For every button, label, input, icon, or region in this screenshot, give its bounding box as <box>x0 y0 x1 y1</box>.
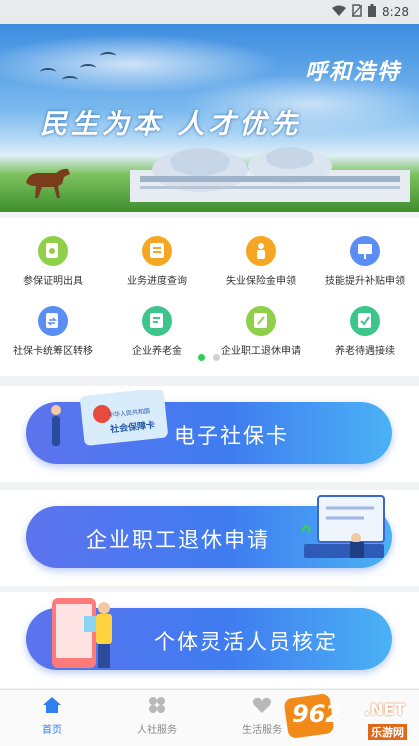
service-item[interactable]: 参保证明出具 <box>1 236 105 296</box>
retire-edit-icon <box>246 306 276 336</box>
watermark-brand: 962 <box>292 700 343 728</box>
home-icon <box>43 697 61 713</box>
service-item[interactable]: 业务进度查询 <box>105 236 209 296</box>
service-label: 技能提升补贴申领 <box>325 276 405 287</box>
status-bar: 8:28 <box>0 0 419 24</box>
heart-icon <box>252 697 272 713</box>
battery-icon <box>368 4 377 20</box>
computer-illustration <box>300 495 385 558</box>
horse-illustration <box>26 168 70 198</box>
transfer-doc-icon <box>38 306 68 336</box>
nav-label: 人社服务 <box>137 725 177 736</box>
carousel-dot-active[interactable] <box>198 354 205 361</box>
card-label: 个体灵活人员核定 <box>154 630 338 654</box>
service-item[interactable]: 社保卡统筹区转移 <box>1 306 105 366</box>
services-grid: 参保证明出具 业务进度查询 失业保险金申领 技能提升补贴申领 社保卡统筹区转移 … <box>0 218 419 376</box>
no-sim-icon <box>351 4 363 20</box>
watermark-suffix: .NET <box>364 700 406 719</box>
unemployment-icon <box>246 236 276 266</box>
service-item[interactable]: 企业养老金 <box>105 306 209 366</box>
bird-icon <box>100 52 116 60</box>
card-label: 电子社保卡 <box>174 424 289 448</box>
presentation-icon <box>350 236 380 266</box>
pension-doc-icon <box>142 306 172 336</box>
service-item[interactable]: 失业保险金申领 <box>209 236 313 296</box>
service-label: 企业职工退休申请 <box>221 346 301 357</box>
wifi-icon <box>332 5 347 20</box>
progress-form-icon <box>142 236 172 266</box>
card-panel: 个体灵活人员核定 <box>0 592 419 688</box>
service-label: 企业养老金 <box>132 346 182 357</box>
card-panel: 中华人民共和国 社会保障卡 电子社保卡 <box>0 386 419 482</box>
hero-banner[interactable]: 呼和浩特 民生为本 人才优先 <box>0 24 419 212</box>
carousel-indicator <box>198 354 220 361</box>
retirement-application-button[interactable]: 企业职工退休申请 <box>26 495 392 568</box>
service-item[interactable]: 技能提升补贴申领 <box>313 236 417 296</box>
bird-icon <box>40 68 56 76</box>
nav-label: 首页 <box>42 725 62 736</box>
watermark-subtitle: 乐游网 <box>368 724 407 740</box>
building-illustration <box>130 147 410 202</box>
service-label: 参保证明出具 <box>23 276 83 287</box>
flexible-worker-verification-button[interactable]: 个体灵活人员核定 <box>26 598 392 670</box>
carousel-dot[interactable] <box>213 354 220 361</box>
bird-icon <box>80 64 96 72</box>
nav-home[interactable]: 首页 <box>12 696 92 736</box>
phone-illustration <box>52 598 112 668</box>
service-label: 业务进度查询 <box>127 276 187 287</box>
service-item[interactable]: 企业职工退休申请 <box>209 306 313 366</box>
e-social-security-card-button[interactable]: 中华人民共和国 社会保障卡 电子社保卡 <box>26 390 392 464</box>
service-label: 养老待遇接续 <box>335 346 395 357</box>
clover-icon <box>149 697 165 713</box>
card-panel: 企业职工退休申请 <box>0 490 419 586</box>
card-label: 企业职工退休申请 <box>86 528 270 552</box>
status-time: 8:28 <box>382 5 409 19</box>
bird-icon <box>62 76 78 84</box>
certificate-icon <box>38 236 68 266</box>
city-title: 呼和浩特 <box>304 59 401 85</box>
service-item[interactable]: 养老待遇接续 <box>313 306 417 366</box>
service-label: 社保卡统筹区转移 <box>13 346 93 357</box>
pension-continue-icon <box>350 306 380 336</box>
nav-hr-services[interactable]: 人社服务 <box>117 696 197 736</box>
service-label: 失业保险金申领 <box>226 276 296 287</box>
site-watermark: 962 .NET 乐游网 <box>283 692 416 742</box>
